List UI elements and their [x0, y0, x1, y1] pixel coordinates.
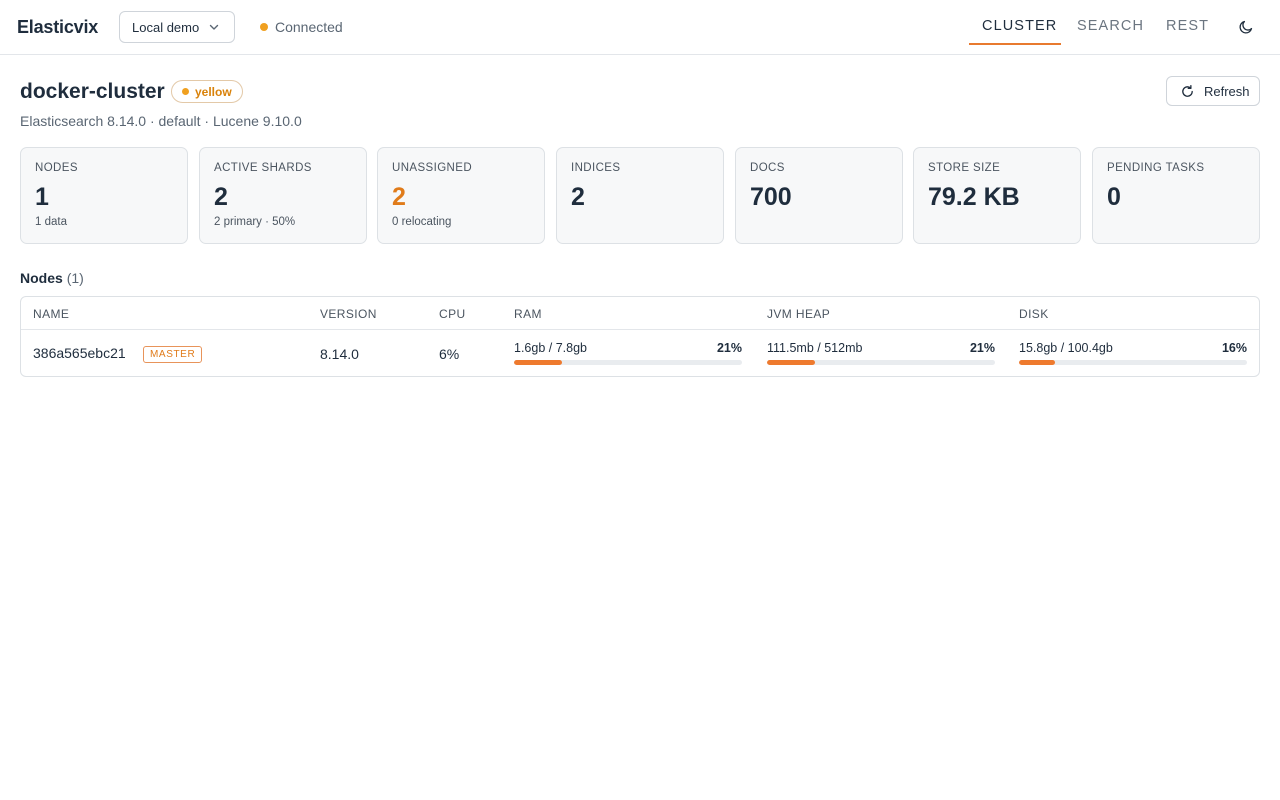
top-bar: Elasticvix Local demo Connected CLUSTER … [0, 0, 1280, 55]
stat-card-docs: DOCS 700 [735, 147, 903, 244]
ram-progress-track [514, 360, 742, 365]
nodes-title: Nodes [20, 270, 63, 286]
node-version: 8.14.0 [320, 346, 359, 362]
stat-value: 0 [1107, 183, 1121, 211]
stat-card-unassigned: UNASSIGNED 2 0 relocating [377, 147, 545, 244]
column-header-ram[interactable]: RAM [514, 307, 542, 321]
stat-label: STORE SIZE [928, 162, 1001, 174]
heap-progress-track [767, 360, 995, 365]
tab-cluster[interactable]: CLUSTER [982, 18, 1057, 34]
stat-value: 79.2 KB [928, 183, 1020, 211]
connection-select-label: Local demo [132, 19, 200, 35]
stat-card-store-size: STORE SIZE 79.2 KB [913, 147, 1081, 244]
cluster-subtitle: Elasticsearch 8.14.0 · default · Lucene … [20, 113, 302, 129]
active-tab-indicator [969, 43, 1061, 45]
stat-value: 700 [750, 183, 792, 211]
tab-search[interactable]: SEARCH [1077, 18, 1144, 34]
heap-usage: 111.5mb / 512mb [767, 341, 863, 355]
heap-progress-fill [767, 360, 815, 365]
nodes-count: (1) [66, 270, 84, 286]
stat-label: ACTIVE SHARDS [214, 162, 312, 174]
stat-label: UNASSIGNED [392, 162, 473, 174]
connection-status-label: Connected [275, 19, 343, 35]
refresh-button[interactable]: Refresh [1166, 76, 1260, 106]
stat-sub: 1 data [35, 216, 67, 228]
column-header-name[interactable]: NAME [33, 307, 69, 321]
stat-value: 2 [214, 183, 228, 211]
refresh-icon [1182, 84, 1193, 97]
stat-label: PENDING TASKS [1107, 162, 1205, 174]
column-header-jvm-heap[interactable]: JVM HEAP [767, 307, 830, 321]
connection-status: Connected [260, 19, 343, 35]
health-badge: yellow [171, 80, 243, 103]
stat-value: 2 [392, 183, 406, 211]
stat-label: INDICES [571, 162, 621, 174]
nodes-table: NAME VERSION CPU RAM JVM HEAP DISK 386a5… [20, 296, 1260, 377]
health-dot-icon [182, 88, 189, 95]
chevron-down-icon [209, 24, 219, 30]
stat-card-indices: INDICES 2 [556, 147, 724, 244]
heap-percent: 21% [969, 341, 995, 355]
stat-value: 2 [571, 183, 585, 211]
tab-rest[interactable]: REST [1166, 18, 1209, 34]
stat-card-pending-tasks: PENDING TASKS 0 [1092, 147, 1260, 244]
disk-progress-fill [1019, 360, 1056, 365]
cluster-name: docker-cluster [20, 80, 165, 103]
moon-icon[interactable] [1238, 19, 1254, 35]
disk-usage: 15.8gb / 100.4gb [1019, 341, 1113, 355]
stat-label: NODES [35, 162, 78, 174]
column-header-cpu[interactable]: CPU [439, 307, 466, 321]
table-header: NAME VERSION CPU RAM JVM HEAP DISK [21, 297, 1259, 330]
health-label: yellow [195, 84, 232, 99]
stat-card-nodes: NODES 1 1 data [20, 147, 188, 244]
stat-value: 1 [35, 183, 49, 211]
disk-percent: 16% [1221, 341, 1247, 355]
node-cpu: 6% [439, 346, 460, 362]
refresh-label: Refresh [1204, 83, 1250, 99]
connection-select[interactable]: Local demo [119, 11, 235, 43]
stat-label: DOCS [750, 162, 785, 174]
column-header-version[interactable]: VERSION [320, 307, 377, 321]
nodes-section-title: Nodes (1) [20, 270, 84, 286]
ram-percent: 21% [716, 341, 742, 355]
ram-usage: 1.6gb / 7.8gb [514, 341, 587, 355]
master-badge: MASTER [143, 346, 203, 363]
column-header-disk[interactable]: DISK [1019, 307, 1049, 321]
ram-progress-fill [514, 360, 562, 365]
status-dot-icon [260, 23, 268, 31]
stat-card-active-shards: ACTIVE SHARDS 2 2 primary · 50% [199, 147, 367, 244]
stat-sub: 2 primary · 50% [214, 216, 296, 228]
app-brand[interactable]: Elasticvix [17, 17, 98, 38]
node-name: 386a565ebc21 [33, 345, 126, 361]
disk-progress-track [1019, 360, 1247, 365]
stat-sub: 0 relocating [392, 216, 452, 228]
